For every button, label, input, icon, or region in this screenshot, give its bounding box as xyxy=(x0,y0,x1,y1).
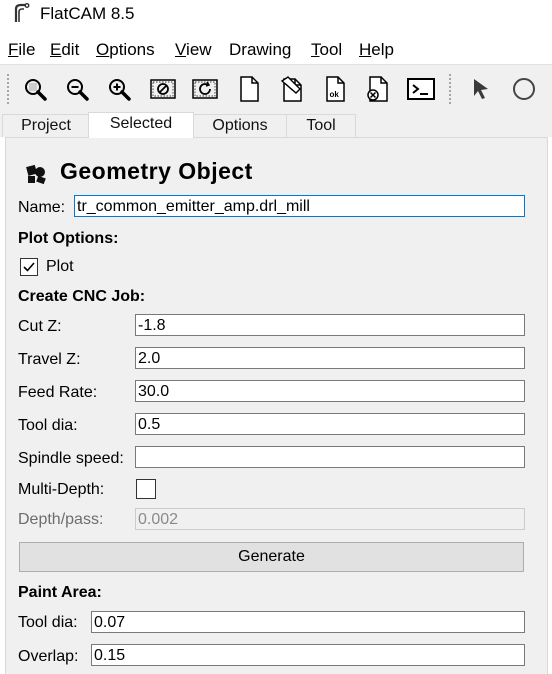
multi-depth-checkbox[interactable] xyxy=(136,479,156,499)
menu-bar: File Edit Options View Drawing Tool Help xyxy=(0,36,552,62)
menu-tool[interactable]: Tool xyxy=(311,40,342,60)
menu-file[interactable]: File xyxy=(8,40,35,60)
cnc-job-label: Create CNC Job: xyxy=(18,288,146,305)
toolbar-grip[interactable] xyxy=(6,73,10,105)
menu-drawing[interactable]: Drawing xyxy=(229,40,291,60)
zoom-in-icon[interactable] xyxy=(104,74,134,104)
select-arrow-icon[interactable] xyxy=(466,74,496,104)
menu-help[interactable]: Help xyxy=(359,40,394,60)
circle-icon[interactable] xyxy=(509,74,539,104)
selected-panel: Geometry Object Name: tr_common_emitter_… xyxy=(5,137,548,674)
cut-z-field[interactable]: -1.8 xyxy=(135,314,525,336)
edit-geometry-icon[interactable] xyxy=(277,74,307,104)
tab-selected[interactable]: Selected xyxy=(88,112,194,138)
plot-checkbox[interactable] xyxy=(20,258,38,276)
new-project-icon[interactable] xyxy=(234,74,264,104)
multi-depth-label: Multi-Depth: xyxy=(18,481,105,498)
menu-options[interactable]: Options xyxy=(96,40,155,60)
shell-icon[interactable] xyxy=(406,74,436,104)
toolbar-grip-2[interactable] xyxy=(448,73,452,105)
zoom-fit-icon[interactable] xyxy=(20,74,50,104)
tool-dia-field[interactable]: 0.5 xyxy=(135,413,525,435)
zoom-out-icon[interactable] xyxy=(62,74,92,104)
name-label: Name: xyxy=(18,199,66,216)
tab-tool[interactable]: Tool xyxy=(286,114,356,137)
plot-options-label: Plot Options: xyxy=(18,230,119,247)
geometry-icon xyxy=(26,164,46,185)
spindle-speed-field[interactable] xyxy=(135,446,525,468)
travel-z-field[interactable]: 2.0 xyxy=(135,347,525,369)
window-title: FlatCAM 8.5 xyxy=(40,4,135,23)
flatcam-app-icon xyxy=(14,3,30,22)
plot-label: Plot xyxy=(46,258,74,275)
depth-pass-field[interactable]: 0.002 xyxy=(135,508,525,530)
checkmark-icon xyxy=(23,262,35,272)
depth-pass-label: Depth/pass: xyxy=(18,511,104,528)
svg-text:ok: ok xyxy=(330,90,340,99)
feed-rate-label: Feed Rate: xyxy=(18,384,98,401)
paint-tool-dia-field[interactable]: 0.07 xyxy=(91,611,525,633)
paint-area-label: Paint Area: xyxy=(18,584,102,601)
feed-rate-field[interactable]: 30.0 xyxy=(135,380,525,402)
panel-title: Geometry Object xyxy=(60,158,253,184)
generate-button[interactable]: Generate xyxy=(19,542,524,572)
tab-options[interactable]: Options xyxy=(192,114,288,137)
menu-edit[interactable]: Edit xyxy=(50,40,79,60)
clear-plot-icon[interactable] xyxy=(148,74,178,104)
menu-view[interactable]: View xyxy=(175,40,212,60)
paint-tool-dia-label: Tool dia: xyxy=(18,614,78,631)
tab-project[interactable]: Project xyxy=(2,114,90,137)
travel-z-label: Travel Z: xyxy=(18,351,81,368)
replot-icon[interactable] xyxy=(190,74,220,104)
title-bar: FlatCAM 8.5 xyxy=(0,0,552,28)
spindle-speed-label: Spindle speed: xyxy=(18,450,124,467)
overlap-label: Overlap: xyxy=(18,648,79,665)
tool-dia-label: Tool dia: xyxy=(18,417,78,434)
name-field[interactable]: tr_common_emitter_amp.drl_mill xyxy=(74,195,525,217)
cut-z-label: Cut Z: xyxy=(18,318,62,335)
tab-bar: Project Selected Options Tool xyxy=(0,112,552,138)
overlap-field[interactable]: 0.15 xyxy=(91,644,525,666)
delete-icon[interactable] xyxy=(362,74,392,104)
update-geometry-icon[interactable]: ok xyxy=(320,74,350,104)
toolbar: ok xyxy=(0,64,552,114)
